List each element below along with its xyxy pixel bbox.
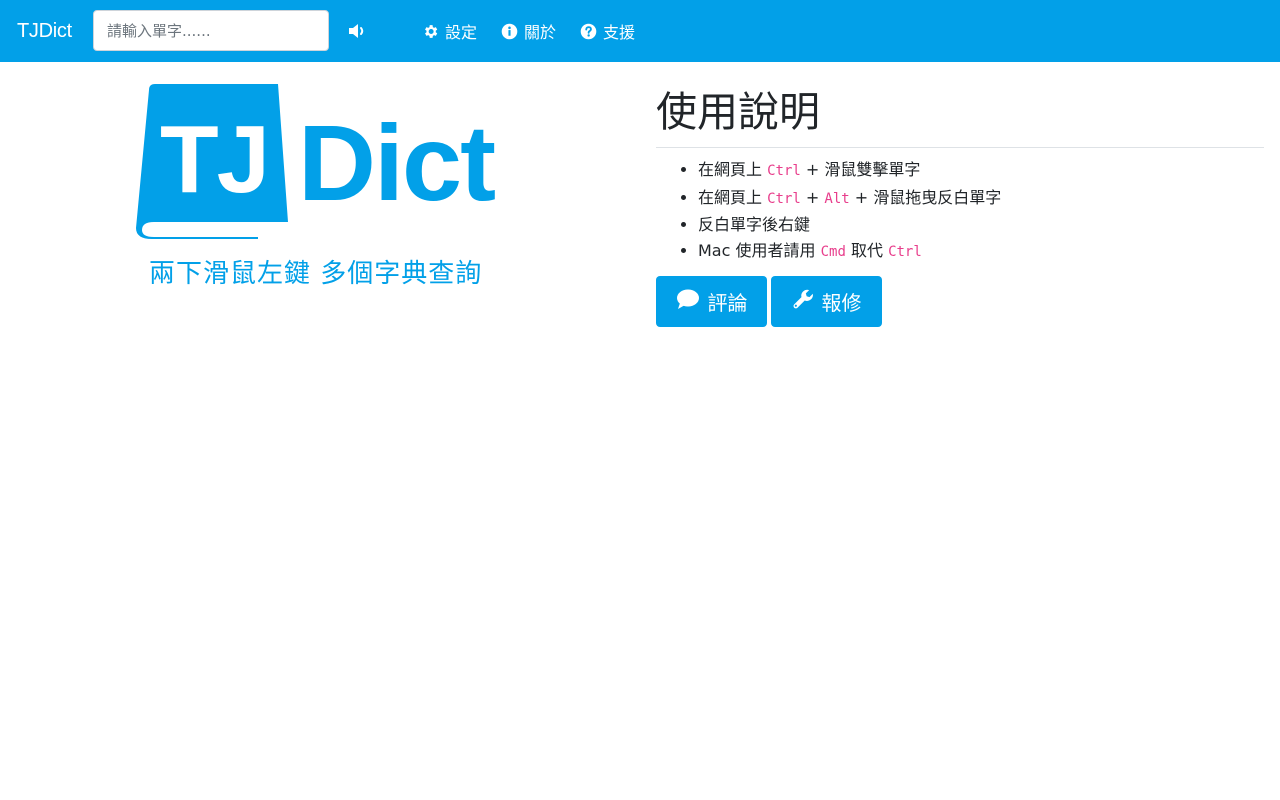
usage-text: + 滑鼠拖曳反白單字 [849, 187, 1002, 207]
question-icon [580, 23, 597, 40]
comment-button-label: 評論 [707, 291, 748, 315]
usage-list: 在網頁上 Ctrl + 滑鼠雙擊單字 在網頁上 Ctrl + Alt + 滑鼠拖… [698, 157, 1001, 266]
usage-text: 在網頁上 [698, 187, 768, 207]
key-code: Alt [824, 190, 850, 207]
key-code: Ctrl [767, 163, 801, 179]
page-title: 使用說明 [656, 88, 820, 136]
comment-icon [676, 288, 700, 315]
speaker-icon[interactable] [346, 20, 368, 42]
key-code: Ctrl [767, 190, 801, 207]
brand-title[interactable]: TJDict [17, 17, 72, 45]
usage-text: + [800, 187, 825, 207]
nav-support-label: 支援 [603, 23, 636, 42]
usage-text: 反白單字後右鍵 [698, 215, 811, 235]
logo-tagline: 兩下滑鼠左鍵 多個字典查詢 [149, 259, 483, 289]
nav-settings[interactable]: 設定 [422, 19, 477, 43]
list-item: 反白單字後右鍵 [698, 212, 1001, 238]
logo-tj: TJ [160, 106, 268, 213]
search-input[interactable] [93, 10, 329, 51]
list-item: 在網頁上 Ctrl + 滑鼠雙擊單字 [698, 157, 1001, 185]
title-divider [656, 147, 1264, 148]
key-code: Ctrl [888, 244, 922, 261]
nav-about[interactable]: 關於 [501, 19, 556, 43]
usage-text: Mac 使用者請用 [698, 241, 821, 261]
gear-icon [422, 23, 439, 40]
report-button-label: 報修 [821, 291, 862, 315]
usage-text: 在網頁上 [698, 160, 768, 179]
wrench-icon [792, 288, 814, 315]
report-button[interactable]: 報修 [771, 276, 882, 327]
list-item: Mac 使用者請用 Cmd 取代 Ctrl [698, 238, 1001, 266]
top-navbar: TJDict 設定 關於 [0, 0, 1280, 62]
list-item: 在網頁上 Ctrl + Alt + 滑鼠拖曳反白單字 [698, 185, 1001, 213]
nav-settings-label: 設定 [445, 23, 478, 42]
usage-text: 取代 [845, 241, 889, 261]
info-icon [501, 23, 518, 40]
comment-button[interactable]: 評論 [656, 276, 767, 327]
key-code: Cmd [820, 244, 846, 261]
nav-about-label: 關於 [524, 23, 557, 42]
logo-dict: Dict [298, 102, 495, 223]
usage-text: + 滑鼠雙擊單字 [800, 160, 921, 179]
nav-support[interactable]: 支援 [580, 19, 635, 43]
